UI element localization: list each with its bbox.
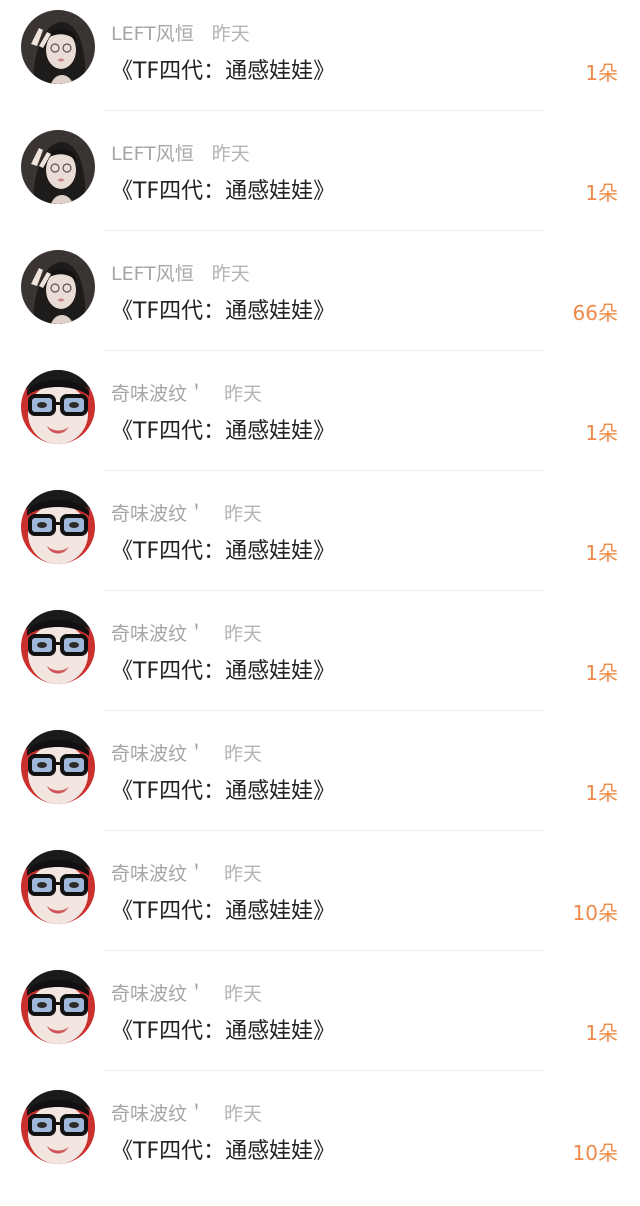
avatar[interactable] [21, 850, 95, 924]
divider [104, 230, 544, 231]
glasses-face-icon [21, 610, 95, 684]
gift-title: 《TF四代：通感娃娃》 [111, 59, 336, 84]
glasses-face-icon [21, 970, 95, 1044]
user-name[interactable]: 奇味波纹＇ [111, 739, 206, 766]
avatar[interactable] [21, 1090, 95, 1164]
avatar[interactable] [21, 610, 95, 684]
user-name[interactable]: 奇味波纹＇ [111, 619, 206, 646]
glasses-face-icon [21, 490, 95, 564]
user-name[interactable]: 奇味波纹＇ [111, 859, 206, 886]
girl-photo-icon [21, 250, 95, 324]
list-item[interactable]: 奇味波纹＇ 昨天 《TF四代：通感娃娃》 1朵 [0, 726, 640, 846]
timestamp: 昨天 [211, 262, 250, 285]
flower-count: 1朵 [585, 60, 618, 85]
list-item[interactable]: LEFT风恒 昨天 《TF四代：通感娃娃》 1朵 [0, 6, 640, 126]
user-name[interactable]: 奇味波纹＇ [111, 979, 206, 1006]
timestamp: 昨天 [224, 502, 263, 525]
divider [104, 1070, 544, 1071]
gift-title: 《TF四代：通感娃娃》 [111, 1019, 336, 1044]
gift-title: 《TF四代：通感娃娃》 [111, 539, 336, 564]
divider [104, 710, 544, 711]
timestamp: 昨天 [224, 622, 263, 645]
avatar[interactable] [21, 970, 95, 1044]
flower-count: 1朵 [585, 540, 618, 565]
list-item[interactable]: LEFT风恒 昨天 《TF四代：通感娃娃》 66朵 [0, 246, 640, 366]
flower-count: 1朵 [585, 180, 618, 205]
glasses-face-icon [21, 1090, 95, 1164]
gift-title: 《TF四代：通感娃娃》 [111, 299, 336, 324]
divider [104, 830, 544, 831]
gift-title: 《TF四代：通感娃娃》 [111, 179, 336, 204]
divider [104, 110, 544, 111]
list-item[interactable]: LEFT风恒 昨天 《TF四代：通感娃娃》 1朵 [0, 126, 640, 246]
user-name[interactable]: LEFT风恒 [111, 139, 194, 166]
avatar[interactable] [21, 130, 95, 204]
avatar[interactable] [21, 730, 95, 804]
list-item[interactable]: 奇味波纹＇ 昨天 《TF四代：通感娃娃》 1朵 [0, 486, 640, 606]
timestamp: 昨天 [224, 982, 263, 1005]
avatar[interactable] [21, 10, 95, 84]
gift-title: 《TF四代：通感娃娃》 [111, 419, 336, 444]
divider [104, 950, 544, 951]
timestamp: 昨天 [224, 1102, 263, 1125]
girl-photo-icon [21, 10, 95, 84]
list-item[interactable]: 奇味波纹＇ 昨天 《TF四代：通感娃娃》 10朵 [0, 1086, 640, 1206]
divider [104, 470, 544, 471]
flower-count: 10朵 [572, 900, 618, 925]
user-name[interactable]: 奇味波纹＇ [111, 379, 206, 406]
gift-title: 《TF四代：通感娃娃》 [111, 779, 336, 804]
list-item[interactable]: 奇味波纹＇ 昨天 《TF四代：通感娃娃》 1朵 [0, 966, 640, 1086]
gift-title: 《TF四代：通感娃娃》 [111, 659, 336, 684]
avatar[interactable] [21, 370, 95, 444]
list-item[interactable]: 奇味波纹＇ 昨天 《TF四代：通感娃娃》 1朵 [0, 366, 640, 486]
timestamp: 昨天 [211, 22, 250, 45]
timestamp: 昨天 [224, 862, 263, 885]
glasses-face-icon [21, 850, 95, 924]
flower-count: 1朵 [585, 420, 618, 445]
glasses-face-icon [21, 370, 95, 444]
list-item[interactable]: 奇味波纹＇ 昨天 《TF四代：通感娃娃》 1朵 [0, 606, 640, 726]
user-name[interactable]: LEFT风恒 [111, 259, 194, 286]
divider [104, 590, 544, 591]
gift-record-list: LEFT风恒 昨天 《TF四代：通感娃娃》 1朵 LEFT风恒 昨天 《TF四代… [0, 0, 640, 1180]
flower-count: 1朵 [585, 660, 618, 685]
user-name[interactable]: 奇味波纹＇ [111, 1099, 206, 1126]
gift-title: 《TF四代：通感娃娃》 [111, 1139, 336, 1164]
divider [104, 350, 544, 351]
timestamp: 昨天 [224, 742, 263, 765]
user-name[interactable]: 奇味波纹＇ [111, 499, 206, 526]
girl-photo-icon [21, 130, 95, 204]
flower-count: 66朵 [572, 300, 618, 325]
flower-count: 1朵 [585, 1020, 618, 1045]
list-item[interactable]: 奇味波纹＇ 昨天 《TF四代：通感娃娃》 10朵 [0, 846, 640, 966]
flower-count: 10朵 [572, 1140, 618, 1165]
timestamp: 昨天 [224, 382, 263, 405]
flower-count: 1朵 [585, 780, 618, 805]
user-name[interactable]: LEFT风恒 [111, 19, 194, 46]
glasses-face-icon [21, 730, 95, 804]
avatar[interactable] [21, 250, 95, 324]
timestamp: 昨天 [211, 142, 250, 165]
avatar[interactable] [21, 490, 95, 564]
gift-title: 《TF四代：通感娃娃》 [111, 899, 336, 924]
